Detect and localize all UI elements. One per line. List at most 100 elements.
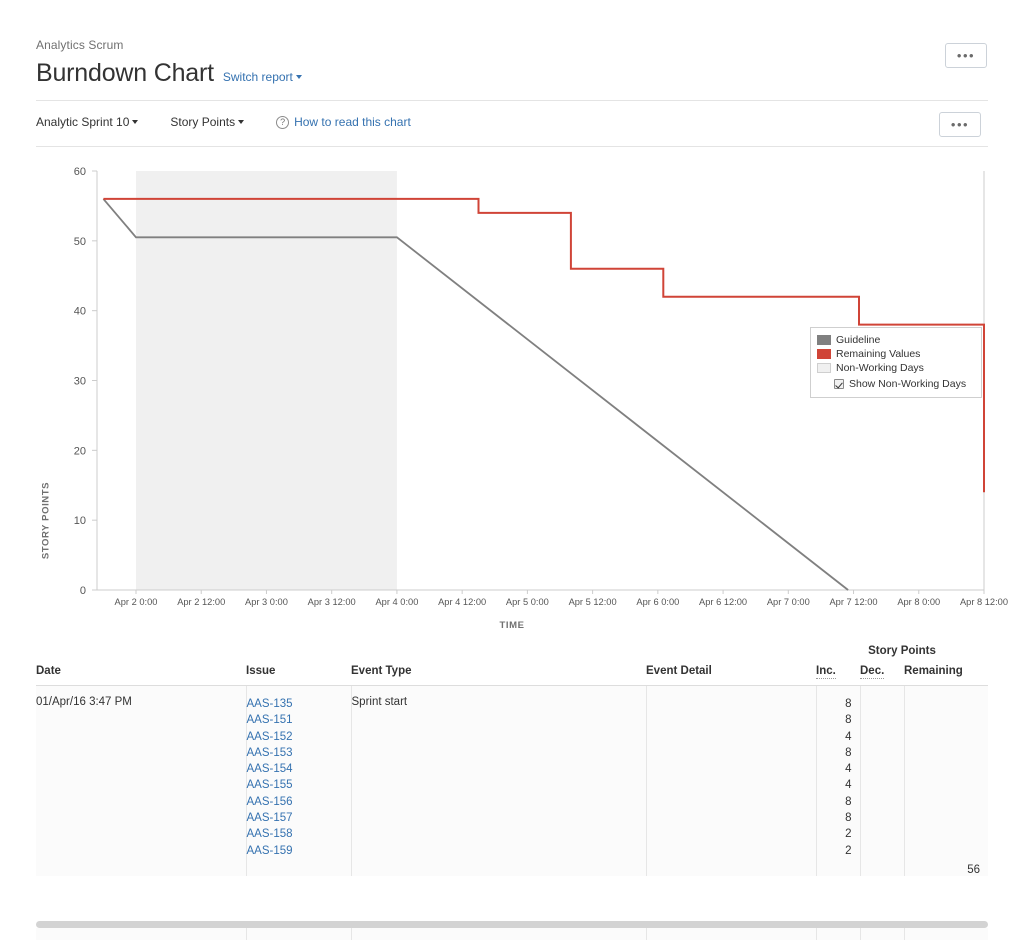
show-non-working-days-toggle[interactable]: Show Non-Working Days [834, 377, 975, 391]
x-axis-ticks: Apr 2 0:00 Apr 2 12:00 Apr 3 0:00 Apr 3 12:… [115, 590, 1008, 607]
show-non-working-days-label: Show Non-Working Days [849, 378, 967, 390]
x-axis-tick-label: Apr 7 12:00 [829, 597, 877, 607]
x-axis-tick-label: Apr 6 0:00 [636, 597, 679, 607]
issue-link[interactable]: AAS-153 [247, 745, 351, 761]
table-row: 01/Apr/16 3:47 PM AAS-135 AAS-151 AAS-152 AA… [36, 685, 988, 876]
issue-link[interactable]: AAS-157 [247, 810, 351, 826]
legend-item-label: Guideline [836, 334, 881, 346]
sprint-select[interactable]: Analytic Sprint 10 [36, 115, 139, 129]
question-circle-icon: ? [276, 115, 290, 129]
x-axis-tick-label: Apr 3 0:00 [245, 597, 288, 607]
cell-decrease [860, 685, 905, 876]
chevron-down-icon [295, 74, 302, 79]
legend-swatch-icon [817, 363, 831, 373]
page-title: Burndown Chart [36, 59, 214, 87]
unit-select-label: Story Points [170, 115, 236, 129]
burndown-detail-table: Story Points Date Issue Event Type Event… [36, 645, 988, 876]
cell-remaining: 56 [904, 685, 988, 876]
cell-increase: 8 8 4 8 4 4 8 8 2 2 [816, 685, 861, 876]
group-header-spacer [36, 645, 816, 665]
table-group-header-row: Story Points [36, 645, 988, 665]
switch-report-label: Switch report [222, 70, 293, 84]
toolbar-divider [36, 146, 988, 147]
y-axis-ticks: 0 10 20 30 40 50 60 [74, 166, 97, 597]
increase-value: 2 [845, 828, 852, 841]
column-header-dec: Dec. [860, 665, 904, 686]
legend-item-non-working-days: Non-Working Days [817, 361, 975, 375]
burndown-chart: STORY POINTS TIME 0 10 20 30 40 50 60 Apr 2 0:… [0, 150, 1024, 645]
increase-value: 8 [845, 698, 852, 710]
ellipsis-icon: ••• [950, 116, 970, 132]
table-row-partial [36, 928, 988, 940]
x-axis-tick-label: Apr 3 12:00 [308, 597, 356, 607]
non-working-days-band [136, 171, 397, 590]
increase-value: 8 [845, 714, 852, 727]
legend-item-label: Remaining Values [836, 348, 921, 360]
chart-toolbar: Analytic Sprint 10 Story Points ? How to… [0, 101, 1024, 147]
chevron-down-icon [132, 119, 139, 124]
chart-actions-button[interactable]: ••• [939, 112, 981, 137]
x-axis-tick-label: Apr 5 0:00 [506, 597, 549, 607]
increase-value: 4 [845, 763, 852, 776]
page-header: Analytics Scrum Burndown Chart Switch re… [0, 0, 1024, 101]
title-row: Burndown Chart Switch report [36, 58, 302, 88]
increase-value: 8 [845, 746, 852, 759]
issue-link[interactable]: AAS-154 [247, 761, 351, 777]
x-axis-tick-label: Apr 2 12:00 [177, 597, 225, 607]
page-actions-button[interactable]: ••• [945, 43, 987, 68]
increase-value: 8 [845, 795, 852, 808]
cell-date: 01/Apr/16 3:47 PM [36, 685, 247, 876]
chart-legend: Guideline Remaining Values Non-Working Day… [810, 327, 982, 398]
increase-value: 4 [845, 779, 852, 792]
table-body: 01/Apr/16 3:47 PM AAS-135 AAS-151 AAS-152 AA… [36, 685, 988, 876]
remaining-value: 56 [967, 864, 980, 876]
y-axis-tick-label: 50 [74, 236, 86, 248]
column-header-inc: Inc. [816, 665, 860, 686]
switch-report-link[interactable]: Switch report [223, 70, 302, 84]
ellipsis-icon: ••• [956, 47, 976, 63]
legend-items: Guideline Remaining Values Non-Working Day… [817, 333, 975, 375]
issue-link[interactable]: AAS-158 [247, 826, 351, 842]
issue-link[interactable]: AAS-156 [247, 794, 351, 810]
checkbox-checked-icon [834, 379, 844, 389]
unit-select[interactable]: Story Points [170, 115, 245, 129]
issue-link[interactable]: AAS-159 [247, 843, 351, 859]
cell-issues: AAS-135 AAS-151 AAS-152 AAS-153 AAS-154 AAS-1… [246, 685, 352, 876]
issue-link[interactable]: AAS-151 [247, 712, 351, 728]
legend-item-guideline: Guideline [817, 333, 975, 347]
how-to-read-link[interactable]: ? How to read this chart [276, 115, 411, 129]
issue-link[interactable]: AAS-155 [247, 777, 351, 793]
y-axis-tick-label: 60 [74, 166, 86, 178]
non-working-days-region [136, 171, 397, 590]
issue-link[interactable]: AAS-135 [247, 696, 351, 712]
x-axis-title: TIME [499, 620, 525, 631]
increase-value: 4 [845, 730, 852, 743]
y-axis-tick-label: 0 [80, 585, 86, 597]
increase-value: 2 [845, 844, 852, 857]
story-points-group-header: Story Points [868, 645, 936, 657]
y-axis-tick-label: 30 [74, 376, 86, 388]
sprint-select-label: Analytic Sprint 10 [36, 115, 130, 129]
legend-item-remaining-values: Remaining Values [817, 347, 975, 361]
legend-swatch-icon [817, 335, 831, 345]
x-axis-tick-label: Apr 5 12:00 [569, 597, 617, 607]
toolbar-controls: Analytic Sprint 10 Story Points ? How to… [36, 115, 411, 129]
y-axis-tick-label: 20 [74, 445, 86, 457]
x-axis-tick-label: Apr 7 0:00 [767, 597, 810, 607]
breadcrumb: Analytics Scrum [36, 38, 124, 52]
issue-link[interactable]: AAS-152 [247, 729, 351, 745]
chevron-down-icon [238, 119, 245, 124]
legend-item-label: Non-Working Days [836, 362, 924, 374]
x-axis-tick-label: Apr 6 12:00 [699, 597, 747, 607]
y-axis-tick-label: 10 [74, 515, 86, 527]
column-header-event-detail: Event Detail [646, 665, 816, 686]
x-axis-tick-label: Apr 4 0:00 [375, 597, 418, 607]
x-axis-tick-label: Apr 8 12:00 [960, 597, 1008, 607]
column-header-remaining: Remaining [904, 665, 988, 686]
cell-event-type: Sprint start [351, 685, 647, 876]
how-to-read-label: How to read this chart [294, 115, 411, 129]
table-header-row: Date Issue Event Type Event Detail Inc. … [36, 665, 988, 686]
cell-event-detail [646, 685, 817, 876]
burndown-chart-page: Analytics Scrum Burndown Chart Switch re… [0, 0, 1024, 940]
horizontal-scrollbar[interactable] [36, 921, 988, 928]
